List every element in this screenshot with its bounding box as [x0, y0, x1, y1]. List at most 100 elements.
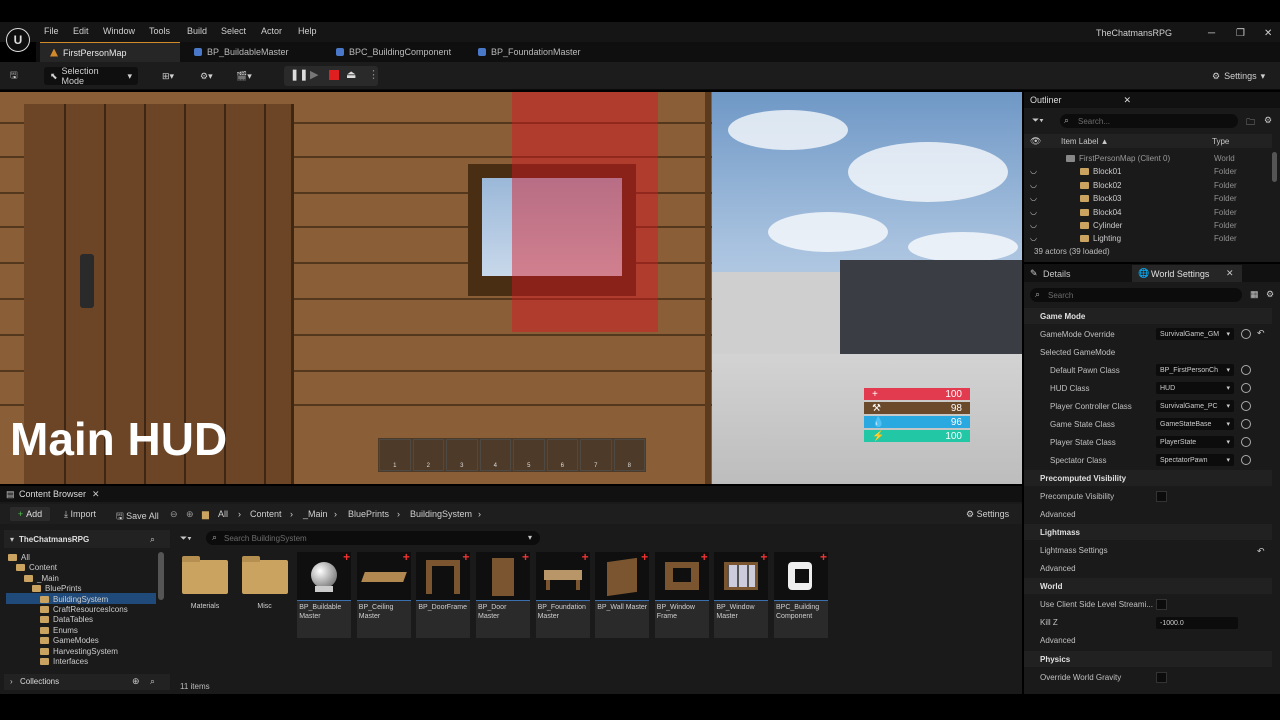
menu-build[interactable]: Build — [187, 26, 207, 36]
use-client-side-checkbox[interactable] — [1156, 599, 1167, 610]
visibility-icon[interactable]: ◡ — [1030, 166, 1037, 175]
visibility-icon[interactable]: ◡ — [1030, 233, 1037, 242]
save-icon[interactable]: 🖫 — [10, 67, 18, 85]
cb-tree-item[interactable]: _Main — [24, 573, 59, 584]
outliner-row[interactable]: Lighting — [1080, 232, 1121, 245]
spectator-dropdown[interactable]: SpectatorPawn ▾ — [1156, 454, 1234, 466]
blueprint-menu-icon[interactable]: ⚙▾ — [200, 67, 213, 85]
forward-icon[interactable]: ⊕ — [186, 509, 194, 520]
menu-edit[interactable]: Edit — [73, 26, 89, 36]
cinematics-icon[interactable]: 🎬▾ — [236, 67, 252, 85]
settings-button[interactable]: ⚙ Settings ▾ — [1212, 67, 1265, 85]
cb-tree-item[interactable]: Interfaces — [40, 656, 88, 667]
step-icon[interactable]: ▶ — [310, 68, 324, 82]
restore-icon[interactable]: ❐ — [1236, 28, 1245, 39]
blueprint-asset-tile[interactable]: + BP_Buildable Master — [297, 552, 352, 638]
pause-icon[interactable]: ❚❚ — [290, 68, 308, 82]
details-search-input[interactable]: Search — [1030, 288, 1242, 302]
cb-tree-item[interactable]: Content — [16, 562, 57, 573]
player-controller-dropdown[interactable]: SurvivalGame_PC ▾ — [1156, 400, 1234, 412]
blueprint-asset-tile[interactable]: + BP_Window Frame — [654, 552, 709, 638]
settings-button[interactable]: ⚙ Settings — [966, 509, 1009, 520]
section-precomputed-visibility[interactable]: Precomputed Visibility — [1024, 470, 1272, 486]
outliner-row[interactable]: Block02 — [1080, 179, 1121, 192]
gear-icon[interactable]: ⚙ — [1266, 289, 1274, 300]
visibility-icon[interactable]: ◡ — [1030, 207, 1037, 216]
advanced-toggle[interactable]: Advanced — [1040, 636, 1076, 645]
tab-bp-buildablemaster[interactable]: BP_BuildableMaster — [184, 42, 324, 62]
menu-tools[interactable]: Tools — [149, 26, 170, 36]
chevron-down-icon[interactable]: ▾ — [528, 533, 532, 542]
browse-icon[interactable] — [1241, 401, 1251, 411]
add-button[interactable]: + Add — [10, 507, 50, 521]
advanced-toggle[interactable]: Advanced — [1040, 564, 1076, 573]
type-column[interactable]: Type — [1212, 137, 1229, 146]
kill-z-input[interactable]: -1000.0 — [1156, 617, 1238, 629]
more-options-icon[interactable]: ⋮ — [368, 68, 382, 82]
project-root[interactable]: TheChatmansRPG — [19, 535, 89, 544]
cb-tree-item[interactable]: HarvestingSystem — [40, 646, 118, 657]
menu-actor[interactable]: Actor — [261, 26, 282, 36]
cb-tree-item[interactable]: GameModes — [40, 635, 99, 646]
eject-icon[interactable]: ⏏ — [346, 68, 360, 82]
blueprint-asset-tile[interactable]: + BPC_Building Component — [774, 552, 828, 638]
override-gravity-checkbox[interactable] — [1156, 672, 1167, 683]
visibility-icon[interactable]: ◡ — [1030, 193, 1037, 202]
cb-tree-item[interactable]: Enums — [40, 625, 78, 636]
blueprint-asset-tile[interactable]: + BP_Wall Master — [595, 552, 650, 638]
outliner-row[interactable]: Cylinder — [1080, 219, 1122, 232]
section-physics[interactable]: Physics — [1024, 651, 1272, 667]
filter-icon[interactable]: ⏷▾ — [1032, 115, 1044, 126]
add-folder-icon[interactable]: 🗀 — [1246, 115, 1255, 131]
breadcrumb-main[interactable]: _Main — [303, 509, 328, 519]
tab-bpc-buildingcomponent[interactable]: BPC_BuildingComponent — [326, 42, 476, 62]
reset-icon[interactable]: ↶ — [1257, 546, 1265, 557]
minimize-icon[interactable]: ─ — [1208, 28, 1215, 39]
grid-view-icon[interactable]: ▦ — [1250, 289, 1259, 300]
hud-class-dropdown[interactable]: HUD ▾ — [1156, 382, 1234, 394]
add-collection-icon[interactable]: ⊕ — [132, 676, 140, 687]
gamemode-override-dropdown[interactable]: SurvivalGame_GM ▾ — [1156, 328, 1234, 340]
filter-icon[interactable]: ⏷▾ — [180, 533, 192, 544]
blueprint-asset-tile[interactable]: + BP_Window Master — [714, 552, 769, 638]
browse-icon[interactable] — [1241, 365, 1251, 375]
selection-mode-dropdown[interactable]: ⬉ Selection Mode ▾ — [44, 66, 138, 86]
default-pawn-dropdown[interactable]: BP_FirstPersonCh ▾ — [1156, 364, 1234, 376]
blueprint-asset-tile[interactable]: + BP_Foundation Master — [535, 552, 590, 638]
section-lightmass[interactable]: Lightmass — [1024, 524, 1272, 540]
search-icon[interactable]: ⌕ — [150, 534, 155, 545]
tab-firstpersonmap[interactable]: FirstPersonMap — [40, 42, 180, 62]
outliner-row[interactable]: Block04 — [1080, 206, 1121, 219]
add-actor-icon[interactable]: ⊞▾ — [162, 67, 174, 85]
breadcrumb-buildingsystem[interactable]: BuildingSystem — [410, 509, 472, 519]
close-icon[interactable]: ✕ — [92, 489, 100, 500]
search-icon[interactable]: ⌕ — [150, 676, 155, 687]
browse-icon[interactable] — [1241, 437, 1251, 447]
cb-tree-item[interactable]: All — [8, 552, 30, 563]
import-button[interactable]: ⤓ Import — [64, 509, 96, 520]
menu-help[interactable]: Help — [298, 26, 317, 36]
tab-details[interactable]: Details — [1043, 269, 1071, 279]
back-icon[interactable]: ⊖ — [170, 509, 178, 520]
cb-tree-item[interactable]: BuildingSystem — [40, 594, 108, 605]
cb-tree-item[interactable]: DataTables — [40, 614, 93, 625]
section-world[interactable]: World — [1024, 578, 1272, 594]
cb-search-input[interactable]: Search BuildingSystem — [206, 531, 540, 545]
player-state-dropdown[interactable]: PlayerState ▾ — [1156, 436, 1234, 448]
visibility-icon[interactable]: ◡ — [1030, 180, 1037, 189]
precompute-visibility-checkbox[interactable] — [1156, 491, 1167, 502]
blueprint-asset-tile[interactable]: + BP_Ceiling Master — [356, 552, 411, 638]
breadcrumb-blueprints[interactable]: BluePrints — [348, 509, 389, 519]
advanced-toggle[interactable]: Advanced — [1040, 510, 1076, 519]
cb-tree-item[interactable]: CraftResourcesIcons — [40, 604, 128, 615]
outliner-row[interactable]: FirstPersonMap (Client 0) — [1066, 152, 1170, 165]
item-label-column[interactable]: Item Label ▲ — [1061, 137, 1109, 146]
outliner-row[interactable]: Block03 — [1080, 192, 1121, 205]
close-icon[interactable]: ✕ — [1264, 28, 1272, 39]
breadcrumb-all[interactable]: All — [218, 509, 228, 519]
tree-scrollbar[interactable] — [158, 552, 164, 600]
level-viewport[interactable]: Main HUD 1 2 3 4 5 6 7 8 + 100 ⚒ 98 💧 96 ⚡ 100 — [0, 92, 1022, 484]
gear-icon[interactable]: ⚙ — [1264, 115, 1272, 126]
selected-gamemode-label[interactable]: Selected GameMode — [1040, 348, 1115, 357]
menu-select[interactable]: Select — [221, 26, 246, 36]
